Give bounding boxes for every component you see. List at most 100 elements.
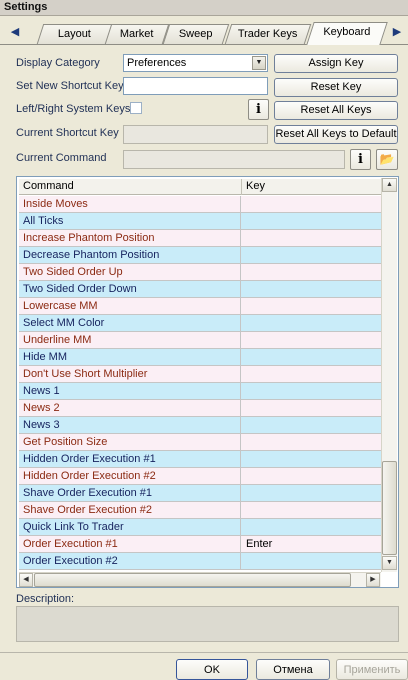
- reset-all-keys-default-button[interactable]: Reset All Keys to Default: [274, 125, 398, 144]
- scroll-right-icon[interactable]: ▶: [366, 573, 380, 587]
- tab-keyboard[interactable]: Keyboard: [306, 22, 388, 45]
- commands-grid[interactable]: Command Key Inside Moves All Ticks Increas…: [16, 176, 399, 588]
- chevron-down-icon[interactable]: ▼: [252, 56, 266, 70]
- key-cell: [242, 213, 382, 229]
- table-row[interactable]: Don't Use Short Multiplier: [19, 366, 382, 383]
- info-icon[interactable]: i: [248, 99, 269, 120]
- vertical-scroll-thumb[interactable]: [382, 461, 397, 555]
- cancel-button[interactable]: Отмена: [256, 659, 330, 680]
- table-row[interactable]: All Ticks: [19, 213, 382, 230]
- tab-scroll-left-icon[interactable]: ◀: [8, 24, 22, 40]
- command-cell: Hidden Order Execution #1: [19, 451, 241, 467]
- command-cell: Shave Order Execution #1: [19, 485, 241, 501]
- current-command-label: Current Command: [16, 152, 107, 164]
- table-row[interactable]: Order Execution #1 Enter: [19, 536, 382, 553]
- command-cell: Get Position Size: [19, 434, 241, 450]
- current-shortcut-field: [123, 125, 268, 144]
- key-cell: [242, 298, 382, 314]
- set-shortcut-input[interactable]: [123, 77, 268, 95]
- key-cell: [242, 349, 382, 365]
- command-cell: News 3: [19, 417, 241, 433]
- key-cell: [242, 468, 382, 484]
- scroll-up-icon[interactable]: ▲: [382, 178, 397, 192]
- display-category-select[interactable]: Preferences ▼: [123, 54, 268, 72]
- scroll-down-icon[interactable]: ▼: [382, 556, 397, 570]
- key-cell: [242, 434, 382, 450]
- title-bar: Settings: [0, 0, 408, 16]
- tab-scroll-right-icon[interactable]: ▶: [390, 24, 404, 40]
- system-keys-label: Left/Right System Keys: [16, 103, 131, 115]
- command-cell: Order Execution #1: [19, 536, 241, 552]
- tab-market[interactable]: Market: [104, 24, 170, 44]
- tab-layout[interactable]: Layout: [36, 24, 114, 44]
- table-row[interactable]: Quick Link To Trader: [19, 519, 382, 536]
- display-category-label: Display Category: [16, 57, 100, 69]
- column-header-key[interactable]: Key: [242, 179, 382, 195]
- command-cell: Two Sided Order Up: [19, 264, 241, 280]
- command-cell: Two Sided Order Down: [19, 281, 241, 297]
- command-cell: Decrease Phantom Position: [19, 247, 241, 263]
- horizontal-scroll-thumb[interactable]: [34, 573, 351, 587]
- key-cell: [242, 196, 382, 212]
- command-cell: Quick Link To Trader: [19, 519, 241, 535]
- info-icon[interactable]: i: [350, 149, 371, 170]
- assign-key-button[interactable]: Assign Key: [274, 54, 398, 73]
- reset-key-button[interactable]: Reset Key: [274, 78, 398, 97]
- table-row[interactable]: Hide MM: [19, 349, 382, 366]
- description-box: [16, 606, 399, 642]
- tab-strip: ◀ Layout Market Sweep Trader Keys Keyboa…: [0, 22, 408, 45]
- key-cell: [242, 417, 382, 433]
- table-row[interactable]: Shave Order Execution #2: [19, 502, 382, 519]
- command-cell: Hide MM: [19, 349, 241, 365]
- table-row[interactable]: Decrease Phantom Position: [19, 247, 382, 264]
- description-label: Description:: [16, 593, 75, 605]
- tab-trader-keys[interactable]: Trader Keys: [224, 24, 312, 44]
- key-cell: [242, 400, 382, 416]
- command-cell: News 2: [19, 400, 241, 416]
- command-cell: Inside Moves: [19, 196, 241, 212]
- table-row[interactable]: News 2: [19, 400, 382, 417]
- command-cell: All Ticks: [19, 213, 241, 229]
- scroll-left-icon[interactable]: ◀: [19, 573, 33, 587]
- current-command-field: [123, 150, 345, 169]
- current-shortcut-label: Current Shortcut Key: [16, 127, 119, 139]
- command-cell: Don't Use Short Multiplier: [19, 366, 241, 382]
- table-row[interactable]: News 3: [19, 417, 382, 434]
- table-row[interactable]: Select MM Color: [19, 315, 382, 332]
- reset-all-keys-button[interactable]: Reset All Keys: [274, 101, 398, 120]
- set-shortcut-label: Set New Shortcut Key: [16, 80, 124, 92]
- apply-button[interactable]: Применить: [336, 659, 408, 680]
- ok-button[interactable]: OK: [176, 659, 248, 680]
- command-cell: Select MM Color: [19, 315, 241, 331]
- table-row[interactable]: Hidden Order Execution #2: [19, 468, 382, 485]
- window-title: Settings: [4, 1, 48, 13]
- horizontal-scrollbar[interactable]: ◀ ▶: [19, 572, 381, 587]
- command-cell: Underline MM: [19, 332, 241, 348]
- table-row[interactable]: Two Sided Order Up: [19, 264, 382, 281]
- table-row[interactable]: Underline MM: [19, 332, 382, 349]
- table-row[interactable]: Inside Moves: [19, 196, 382, 213]
- key-cell: [242, 230, 382, 246]
- table-row[interactable]: Order Execution #2: [19, 553, 382, 570]
- key-cell: Enter: [246, 538, 273, 550]
- footer-divider: [0, 652, 408, 653]
- column-header-command[interactable]: Command: [19, 179, 242, 195]
- table-row[interactable]: News 1: [19, 383, 382, 400]
- tab-sweep[interactable]: Sweep: [162, 24, 230, 44]
- table-row[interactable]: Lowercase MM: [19, 298, 382, 315]
- vertical-scrollbar[interactable]: ▲ ▼: [381, 178, 397, 572]
- grid-rows: Inside Moves All Ticks Increase Phantom Po…: [19, 196, 382, 570]
- table-row[interactable]: Hidden Order Execution #1: [19, 451, 382, 468]
- display-category-value: Preferences: [127, 57, 187, 69]
- system-keys-checkbox[interactable]: [130, 102, 142, 114]
- key-cell: [242, 553, 382, 569]
- key-cell: [242, 502, 382, 518]
- folder-open-icon[interactable]: 📂: [376, 149, 398, 170]
- table-row[interactable]: Get Position Size: [19, 434, 382, 451]
- key-cell: [242, 281, 382, 297]
- key-cell: [242, 332, 382, 348]
- table-row[interactable]: Shave Order Execution #1: [19, 485, 382, 502]
- table-row[interactable]: Increase Phantom Position: [19, 230, 382, 247]
- table-row[interactable]: Two Sided Order Down: [19, 281, 382, 298]
- command-cell: Lowercase MM: [19, 298, 241, 314]
